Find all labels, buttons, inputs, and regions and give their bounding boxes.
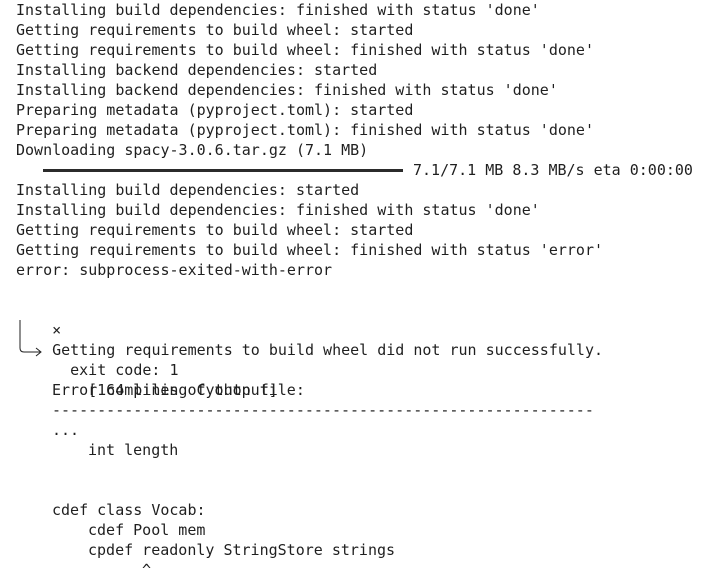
cython-code-line: int length <box>88 441 179 459</box>
cython-code-line: cdef class Vocab: <box>52 501 206 519</box>
log-line: Getting requirements to build wheel: sta… <box>16 21 414 39</box>
log-line: Getting requirements to build wheel: fin… <box>16 41 594 59</box>
error-line: error: subprocess-exited-with-error <box>16 261 333 279</box>
log-line: Preparing metadata (pyproject.toml): sta… <box>16 101 414 119</box>
cython-ellipsis: ... <box>52 421 80 439</box>
tree-branch-icon <box>19 320 21 340</box>
cython-caret: ^ <box>142 561 152 579</box>
cython-rule: ----------------------------------------… <box>52 401 594 419</box>
exit-code-text: exit code: 1 <box>70 361 179 379</box>
error-summary: × Getting requirements to build wheel di… <box>16 300 711 359</box>
log-line: Preparing metadata (pyproject.toml): fin… <box>16 121 594 139</box>
log-line: Downloading spacy-3.0.6.tar.gz (7.1 MB) <box>16 141 369 159</box>
terminal-output: Installing build dependencies: finished … <box>16 0 711 580</box>
tree-arrow-icon <box>19 340 42 357</box>
cython-code-line: cpdef readonly StringStore strings <box>88 541 396 559</box>
exit-code-line: exit code: 1 <box>16 320 711 379</box>
progress-text: 7.1/7.1 MB 8.3 MB/s eta 0:00:00 <box>413 161 693 179</box>
log-line: Getting requirements to build wheel: fin… <box>16 241 603 259</box>
log-line: Installing backend dependencies: started <box>16 61 378 79</box>
progress-bar <box>43 168 403 172</box>
log-line: Installing backend dependencies: finishe… <box>16 81 558 99</box>
download-progress: 7.1/7.1 MB 8.3 MB/s eta 0:00:00 <box>16 160 711 180</box>
log-line: Getting requirements to build wheel: sta… <box>16 221 414 239</box>
output-note-line: [164 lines of output] <box>16 340 711 399</box>
cython-code-line: cdef Pool mem <box>88 521 206 539</box>
log-line: Installing build dependencies: started <box>16 181 360 199</box>
log-line: Installing build dependencies: finished … <box>16 201 540 219</box>
output-note-text: [164 lines of output] <box>88 381 278 399</box>
log-line: Installing build dependencies: finished … <box>16 1 540 19</box>
progress-fill <box>43 168 403 172</box>
